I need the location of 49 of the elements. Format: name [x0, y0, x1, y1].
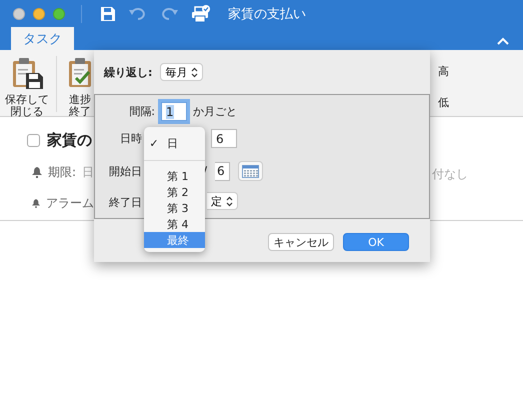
menu-item[interactable]: 第 2 — [144, 184, 205, 200]
clipboard-check-icon — [66, 56, 94, 90]
due-label: 期限: — [48, 164, 76, 181]
clipboard-disk-icon — [10, 56, 44, 90]
collapse-icon[interactable] — [497, 37, 509, 45]
priority-label[interactable]: 低 — [438, 95, 449, 110]
menu-item[interactable]: ✓ 日 — [144, 131, 205, 155]
window-control-button[interactable] — [33, 8, 45, 20]
window-title: 家賃の支払い — [228, 6, 306, 23]
menu-item-label: 第 3 — [167, 200, 188, 216]
menu-item-label: 最終 — [167, 232, 189, 248]
menu-item-label: 第 2 — [167, 184, 188, 200]
bell-icon — [32, 167, 42, 178]
start-day-field[interactable]: 6 — [215, 162, 230, 180]
ribbon-button[interactable]: 保存して 閉じる — [2, 56, 52, 118]
menu-item-label: 第 4 — [167, 216, 188, 232]
start-label: 開始日 — [109, 164, 142, 179]
task-checkbox[interactable] — [27, 134, 40, 147]
menu-item-label: 日 — [167, 136, 178, 150]
updown-icon — [226, 196, 233, 206]
task-title: 家賃の — [47, 131, 92, 150]
menu-item[interactable]: 第 1 — [144, 168, 205, 184]
window-control-button[interactable] — [53, 8, 65, 20]
menu-item-label: 第 1 — [167, 168, 188, 184]
alarm-label: アラーム — [46, 195, 94, 212]
ribbon-tab[interactable]: タスク — [11, 27, 74, 50]
priority-label[interactable]: 高 — [438, 64, 449, 79]
print-icon[interactable] — [191, 5, 211, 23]
cancel-button[interactable]: キャンセル — [268, 233, 334, 251]
day-field[interactable]: 6 — [211, 129, 237, 148]
repeat-label: 繰り返し: — [104, 64, 152, 80]
updown-icon — [191, 66, 198, 78]
calendar-button[interactable] — [238, 161, 263, 181]
day-label: 日時 — [120, 131, 142, 146]
end-dropdown[interactable]: 定 — [207, 192, 238, 210]
menu-item[interactable]: 第 3 — [144, 200, 205, 216]
bell-icon — [32, 199, 40, 208]
interval-field[interactable]: 1 — [161, 102, 187, 121]
end-label: 終了日 — [109, 195, 142, 210]
due-value: 日 — [82, 164, 94, 181]
calendar-icon — [242, 164, 259, 178]
due-value: 付なし — [432, 166, 468, 183]
repeat-dropdown[interactable]: 毎月 — [160, 63, 204, 81]
check-mark: ✓ — [149, 136, 159, 150]
window-control-button[interactable] — [13, 8, 25, 20]
interval-label: 間隔: — [128, 104, 155, 119]
save-icon[interactable] — [100, 6, 116, 22]
interval-unit: か月ごと — [193, 104, 237, 119]
menu-item[interactable]: 第 4 — [144, 216, 205, 232]
